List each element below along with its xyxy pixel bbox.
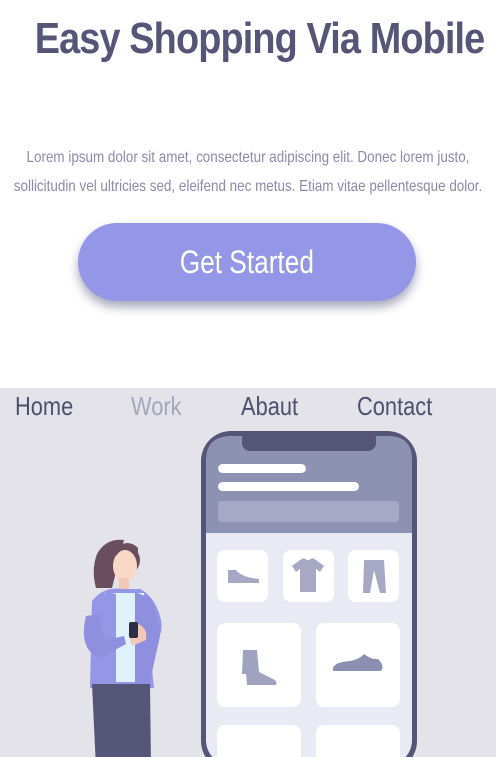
nav-item-home[interactable]: Home (15, 391, 73, 422)
showcase-panel: Home Work Abaut Contact (0, 388, 496, 757)
product-tile (316, 725, 400, 757)
product-tile (217, 623, 301, 707)
product-tile (217, 725, 301, 757)
get-started-label: Get Started (179, 243, 315, 280)
page-title: Easy Shopping Via Mobile (34, 14, 486, 63)
nav-item-abaut[interactable]: Abaut (241, 391, 298, 422)
main-nav: Home Work Abaut Contact (0, 388, 496, 432)
product-tile (348, 550, 399, 602)
woman-figure (83, 539, 162, 757)
get-started-button[interactable]: Get Started (78, 223, 416, 301)
nav-item-contact[interactable]: Contact (357, 391, 432, 422)
nav-item-work[interactable]: Work (131, 391, 182, 422)
mobile-shopping-illustration (83, 431, 417, 757)
hero-description: Lorem ipsum dolor sit amet, consectetur … (13, 149, 483, 195)
